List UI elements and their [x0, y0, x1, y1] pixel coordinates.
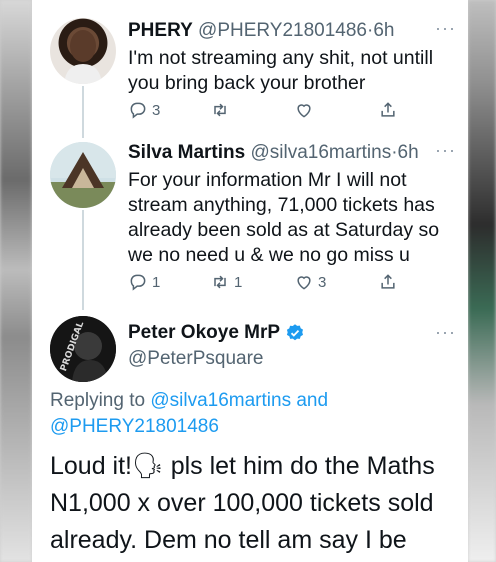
retweet-button[interactable]: [210, 100, 234, 120]
more-options-icon[interactable]: ···: [435, 140, 456, 161]
tweet-thread: PHERY @PHERY21801486·6h ··· I'm not stre…: [32, 0, 468, 562]
profile-photo: [50, 142, 116, 208]
thread-line: [82, 86, 84, 138]
tweet-text-line: stream anything, 71,000 tickets has: [128, 194, 435, 216]
tweet-text-line: already. Dem no tell am say I be: [50, 526, 407, 554]
author-name[interactable]: Peter Okoye MrP: [128, 322, 280, 344]
replying-to: Replying to @silva16martins and @PHERY21…: [50, 388, 460, 440]
avatar[interactable]: [50, 18, 116, 84]
tweet-text-line: Loud it!🗣 pls let him do the Maths: [50, 452, 435, 480]
timestamp[interactable]: 6h: [373, 20, 394, 41]
profile-photo: PRODIGAL: [50, 316, 116, 382]
tweet-header: PHERY @PHERY21801486·6h: [128, 20, 394, 42]
share-icon: [381, 102, 395, 117]
tweet-actions: 1 1 3: [128, 272, 418, 294]
author-name[interactable]: Silva Martins: [128, 142, 245, 163]
share-button[interactable]: [378, 100, 398, 120]
tweet-header: Silva Martins @silva16martins·6h: [128, 142, 419, 164]
like-count: 3: [318, 273, 327, 291]
verified-badge-icon: [286, 324, 304, 341]
tweet-actions: 3: [128, 100, 418, 122]
tweet-text: For your information Mr I will not strea…: [128, 168, 458, 268]
reply-count: 1: [152, 273, 161, 291]
main-author-name[interactable]: Peter Okoye MrP: [128, 322, 305, 344]
reply-icon: [130, 274, 146, 291]
avatar[interactable]: [50, 142, 116, 208]
tweet-text-line: already been sold as at Saturday so: [128, 219, 440, 241]
tweet-text-line: N1,000 x over 100,000 tickets sold: [50, 489, 434, 517]
background-right: [468, 0, 496, 562]
like-button[interactable]: [294, 100, 318, 120]
retweet-button[interactable]: 1: [210, 272, 242, 292]
author-handle[interactable]: @PHERY21801486: [198, 20, 367, 41]
reply-button[interactable]: 1: [128, 272, 160, 292]
heart-icon: [297, 104, 311, 118]
more-options-icon[interactable]: ···: [435, 18, 456, 39]
tweet-text: I'm not streaming any shit, not untill y…: [128, 46, 458, 96]
mention-and: and: [296, 390, 329, 411]
author-handle[interactable]: @PeterPsquare: [128, 348, 263, 370]
reply-icon: [130, 102, 146, 119]
main-tweet-text: Loud it!🗣 pls let him do the Maths N1,00…: [50, 448, 468, 559]
mention-link[interactable]: @PHERY21801486: [50, 416, 219, 437]
avatar[interactable]: PRODIGAL: [50, 316, 116, 382]
tweet-text-line: you bring back your brother: [128, 72, 366, 94]
author-handle[interactable]: @silva16martins: [251, 142, 392, 163]
tweet-text-line: we no need u & we no go miss u: [128, 244, 410, 266]
reply-button[interactable]: 3: [128, 100, 160, 120]
retweet-icon: [214, 103, 226, 117]
background-left: [0, 0, 32, 562]
thread-line: [82, 210, 84, 310]
author-name[interactable]: PHERY: [128, 20, 193, 41]
reply-count: 3: [152, 101, 161, 119]
tweet-text-line: For your information Mr I will not: [128, 169, 407, 191]
timestamp[interactable]: 6h: [398, 142, 419, 163]
like-button[interactable]: 3: [294, 272, 326, 292]
tweet-text-line: I'm not streaming any shit, not untill: [128, 47, 434, 69]
replying-to-label: Replying to: [50, 390, 146, 411]
retweet-icon: [214, 275, 226, 289]
more-options-icon[interactable]: ···: [435, 322, 456, 343]
share-button[interactable]: [378, 272, 398, 292]
share-icon: [381, 274, 395, 289]
retweet-count: 1: [234, 273, 243, 291]
profile-photo: [64, 30, 102, 84]
mention-link[interactable]: @silva16martins: [150, 390, 291, 411]
heart-icon: [297, 276, 311, 290]
